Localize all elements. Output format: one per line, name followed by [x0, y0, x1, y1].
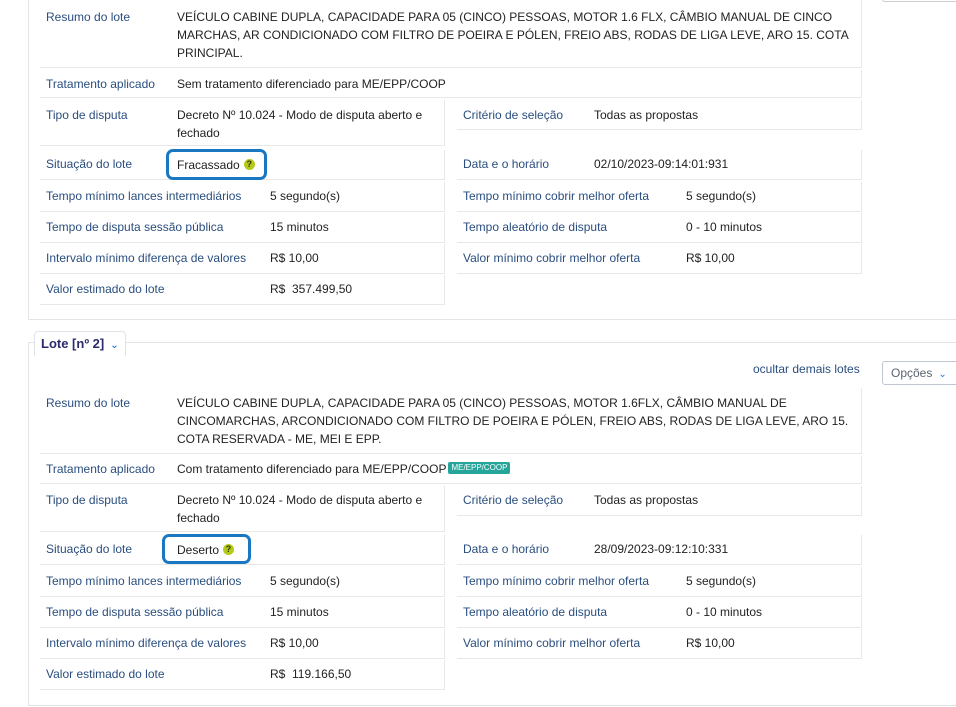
lote-1-data-label: Data e o horário	[463, 157, 550, 171]
lote-1-tempo-lances-value: 5 segundo(s)	[270, 189, 341, 203]
lote-1-tempo-aleatorio-label: Tempo aleatório de disputa	[463, 220, 608, 234]
chevron-down-icon: ⌄	[110, 340, 119, 351]
lote-1-resumo-value: VEÍCULO CABINE DUPLA, CAPACIDADE PARA 05…	[177, 10, 849, 60]
lote-2-valor-cobrir-label: Valor mínimo cobrir melhor oferta	[463, 636, 641, 650]
lote-1-criterio-label: Critério de seleção	[463, 108, 564, 122]
lote-2-intervalo-value: R$ 10,00	[270, 636, 319, 650]
lote-2-criterio-value: Todas as propostas	[594, 493, 699, 507]
situacao-highlight-box	[166, 149, 267, 180]
lote-2-tipo-label: Tipo de disputa	[46, 493, 128, 507]
lote-1-tratamento-row	[40, 70, 862, 98]
lote-2-tempo-cobrir-label: Tempo mínimo cobrir melhor oferta	[463, 574, 650, 588]
lote-1-data-value: 02/10/2023-09:14:01:931	[594, 157, 729, 171]
lote-1-tempo-sessao-label: Tempo de disputa sessão pública	[46, 220, 224, 234]
lote-1-tratamento-label: Tratamento aplicado	[46, 77, 155, 91]
situacao-highlight-box	[162, 534, 251, 564]
lote-2-tempo-aleatorio-value: 0 - 10 minutos	[686, 605, 763, 619]
lote-2-valor-estimado-value: R$ 119.166,50	[270, 667, 352, 681]
lote-2-tratamento-label: Tratamento aplicado	[46, 462, 155, 476]
lote-1-valor-estimado-label: Valor estimado do lote	[46, 282, 165, 296]
lote-2-data-label: Data e o horário	[463, 542, 550, 556]
lote-1-valor-cobrir-label: Valor mínimo cobrir melhor oferta	[463, 251, 641, 265]
lote-2-tempo-lances-value: 5 segundo(s)	[270, 574, 341, 588]
lote-1-opcoes-button[interactable]	[882, 0, 956, 2]
lote-2-tab[interactable]: Lote [nº 2] ⌄	[34, 331, 126, 356]
lote-2-data-value: 28/09/2023-09:12:10:331	[594, 542, 729, 556]
lote-1-resumo-label: Resumo do lote	[46, 10, 131, 24]
lote-1-tempo-aleatorio-value: 0 - 10 minutos	[686, 220, 763, 234]
lote-2-valor-cobrir-value: R$ 10,00	[686, 636, 735, 650]
lote-1-valor-estimado-value: R$ 357.499,50	[270, 282, 353, 296]
lote-1-tempo-cobrir-label: Tempo mínimo cobrir melhor oferta	[463, 189, 650, 203]
lote-2-tratamento-value: Com tratamento diferenciado para ME/EPP/…	[177, 460, 511, 478]
lote-1-intervalo-label: Intervalo mínimo diferença de valores	[46, 251, 247, 265]
lote-2-valor-estimado-label: Valor estimado do lote	[46, 667, 165, 681]
lote-1-tempo-sessao-value: 15 minutos	[270, 220, 329, 234]
lote-1-tipo-label: Tipo de disputa	[46, 108, 128, 122]
lote-2-tempo-aleatorio-label: Tempo aleatório de disputa	[463, 605, 608, 619]
lote-2-tempo-sessao-value: 15 minutos	[270, 605, 329, 619]
opcoes-button[interactable]: Opções ⌄	[882, 361, 956, 385]
lote-2-tempo-sessao-label: Tempo de disputa sessão pública	[46, 605, 224, 619]
lote-1-tempo-lances-label: Tempo mínimo lances intermediários	[46, 189, 242, 203]
lote-1-intervalo-value: R$ 10,00	[270, 251, 319, 265]
lote-2-intervalo-label: Intervalo mínimo diferença de valores	[46, 636, 247, 650]
ocultar-demais-lotes-link[interactable]: ocultar demais lotes	[753, 362, 860, 376]
lote-2-resumo-value: VEÍCULO CABINE DUPLA, CAPACIDADE PARA 05…	[177, 396, 849, 446]
lote-1-valor-cobrir-value: R$ 10,00	[686, 251, 735, 265]
lote-1-tempo-cobrir-value: 5 segundo(s)	[686, 189, 757, 203]
lote-2-criterio-label: Critério de seleção	[463, 493, 564, 507]
lote-1-tratamento-value: Sem tratamento diferenciado para ME/EPP/…	[177, 77, 446, 91]
lote-2-tempo-lances-label: Tempo mínimo lances intermediários	[46, 574, 242, 588]
lote-2-situacao-label: Situação do lote	[46, 542, 133, 556]
lote-2-tipo-value: Decreto Nº 10.024 - Modo de disputa aber…	[177, 493, 423, 525]
lote-1-situacao-label: Situação do lote	[46, 157, 133, 171]
lote-1-tipo-value: Decreto Nº 10.024 - Modo de disputa aber…	[177, 108, 423, 140]
me-epp-coop-badge: ME/EPP/COOP	[448, 462, 511, 474]
chevron-down-icon: ⌄	[938, 369, 947, 380]
lote-2-resumo-label: Resumo do lote	[46, 396, 131, 410]
lote-1-criterio-value: Todas as propostas	[594, 108, 699, 122]
lote-2-tempo-cobrir-value: 5 segundo(s)	[686, 574, 757, 588]
